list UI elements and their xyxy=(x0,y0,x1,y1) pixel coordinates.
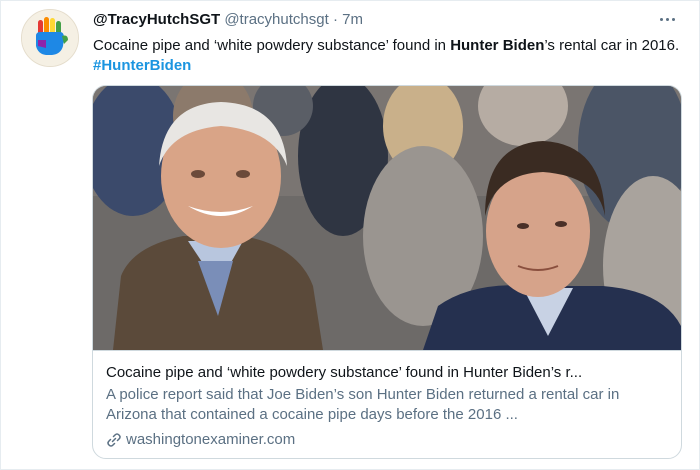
card-domain-text[interactable]: washingtonexaminer.com xyxy=(126,430,295,450)
link-preview-card[interactable]: Cocaine pipe and ‘white powdery substanc… xyxy=(92,85,682,459)
separator: · xyxy=(332,11,338,28)
tweet-text: Cocaine pipe and ‘white powdery substanc… xyxy=(93,36,683,76)
card-image[interactable] xyxy=(93,86,681,350)
hashtag-link[interactable]: #HunterBiden xyxy=(93,57,191,74)
tweet-text-part-1: Cocaine pipe and ‘white powdery substanc… xyxy=(93,37,451,54)
tweet-text-bold: Hunter Biden xyxy=(450,37,545,54)
display-name[interactable]: @TracyHutchSGT xyxy=(93,11,220,28)
card-title[interactable]: Cocaine pipe and ‘white powdery substanc… xyxy=(106,363,668,383)
rainbow-hand-avatar-icon xyxy=(22,10,78,66)
timestamp[interactable]: 7m xyxy=(342,11,363,28)
card-body[interactable]: Cocaine pipe and ‘white powdery substanc… xyxy=(93,350,681,458)
tweet-header: @TracyHutchSGT @tracyhutchsgt · 7m xyxy=(93,11,679,31)
user-handle[interactable]: @tracyhutchsgt xyxy=(224,11,328,28)
tweet[interactable]: @TracyHutchSGT @tracyhutchsgt · 7m Cocai… xyxy=(0,0,700,470)
card-domain[interactable]: washingtonexaminer.com xyxy=(106,430,668,450)
link-icon xyxy=(107,433,121,447)
card-photo xyxy=(93,86,681,350)
card-description: A police report said that Joe Biden’s so… xyxy=(106,386,620,423)
more-options-icon[interactable] xyxy=(655,9,679,29)
avatar[interactable] xyxy=(21,9,79,67)
tweet-text-part-2: ’s rental car in 2016. xyxy=(544,37,680,54)
